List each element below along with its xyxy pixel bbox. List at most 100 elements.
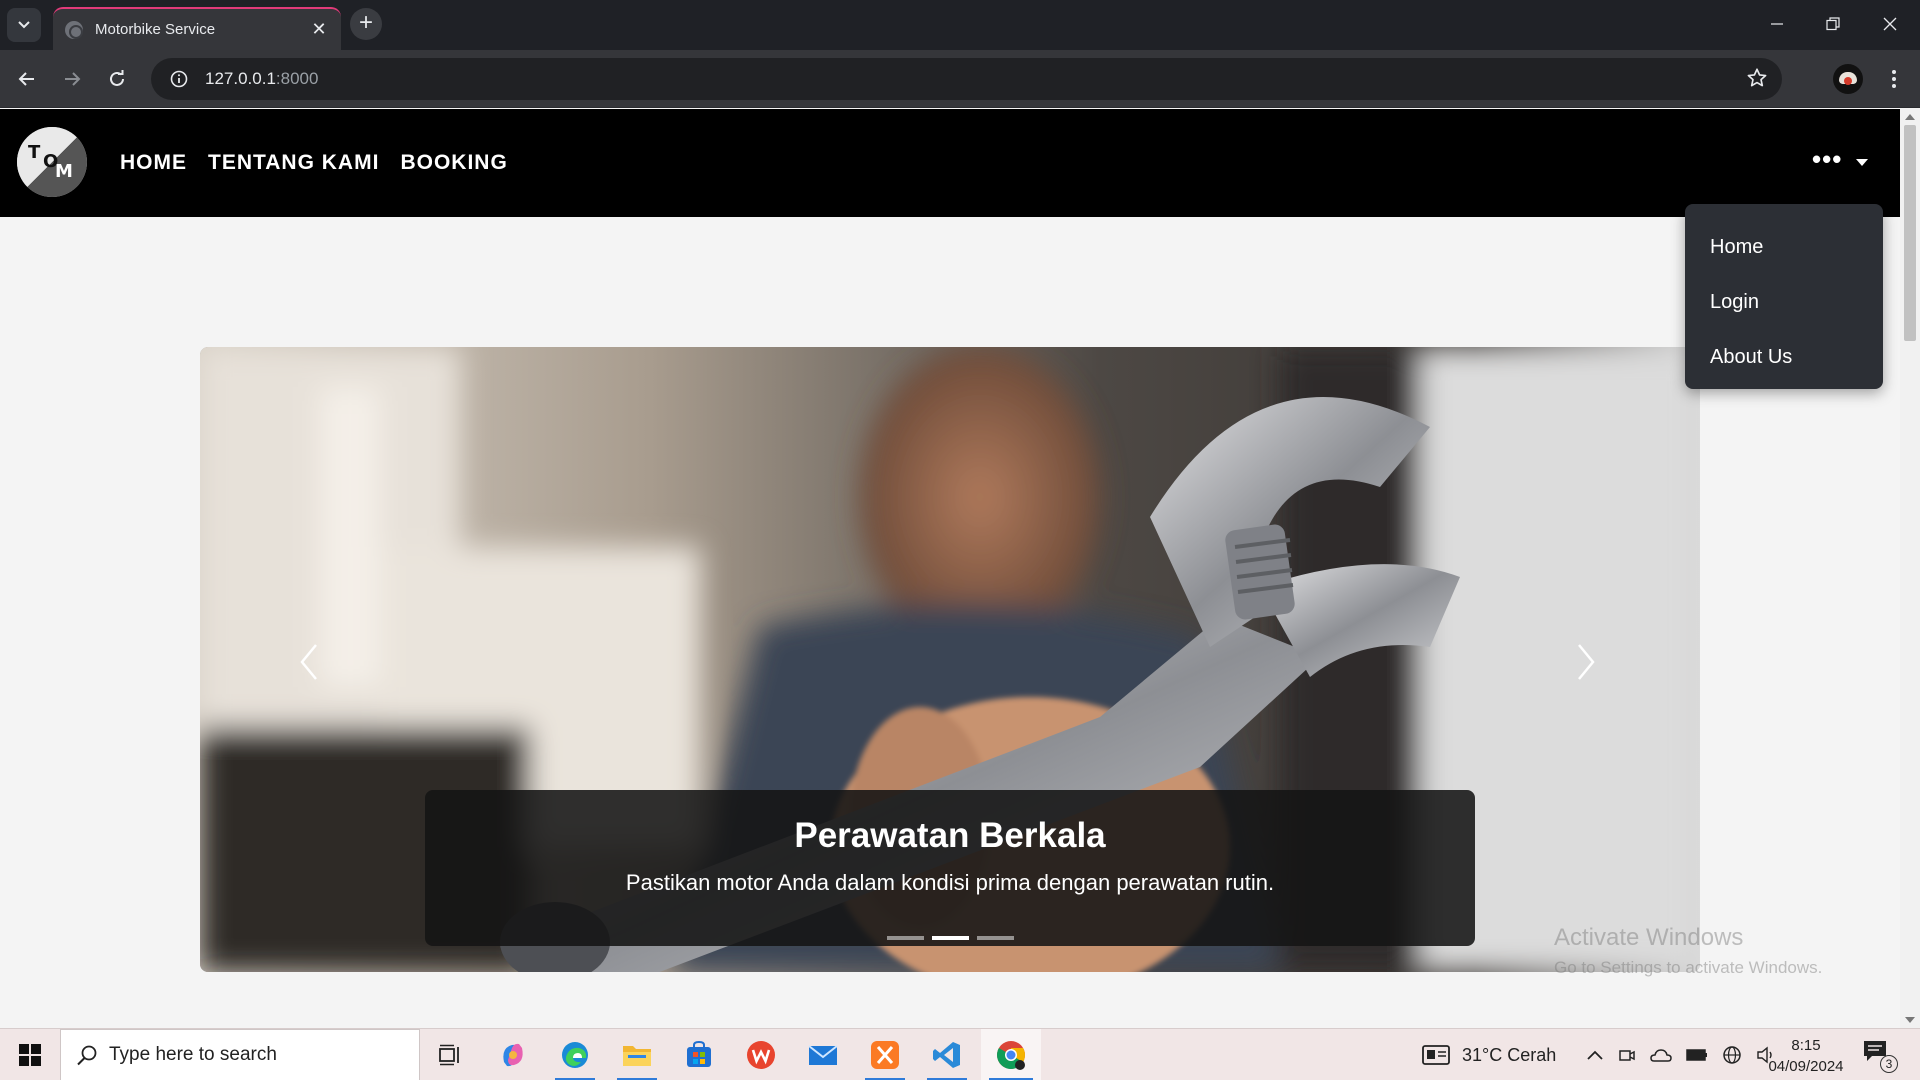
dropdown-item-about-us[interactable]: About Us: [1685, 330, 1883, 385]
taskbar-search-box[interactable]: Type here to search: [60, 1029, 420, 1080]
browser-toolbar: 127.0.0.1:8000: [0, 50, 1920, 108]
onedrive-icon[interactable]: [1650, 1046, 1672, 1064]
reload-icon: [110, 70, 124, 86]
reload-button[interactable]: [99, 61, 135, 97]
minimize-icon: [1771, 23, 1783, 25]
folder-icon: [623, 1046, 651, 1066]
start-button[interactable]: [0, 1029, 60, 1080]
back-button[interactable]: [9, 61, 45, 97]
taskbar-wps-office[interactable]: [733, 1029, 789, 1080]
clock-date: 04/09/2024: [1768, 1058, 1844, 1075]
taskbar-edge[interactable]: [547, 1029, 603, 1080]
globe-icon: [65, 20, 83, 39]
xampp-icon: [871, 1041, 899, 1069]
scroll-thumb[interactable]: [1904, 125, 1916, 341]
search-placeholder: Type here to search: [109, 1044, 277, 1065]
taskbar-vscode[interactable]: [919, 1029, 975, 1080]
restore-button[interactable]: [1805, 0, 1861, 48]
close-window-button[interactable]: [1862, 0, 1918, 48]
scroll-up-arrow-icon[interactable]: [1905, 114, 1915, 120]
task-view-icon: [439, 1044, 459, 1066]
caret-down-icon: [1856, 158, 1869, 166]
dropdown-item-login[interactable]: Login: [1685, 275, 1883, 330]
url-text: 127.0.0.1:8000: [205, 69, 318, 89]
page-viewport: T O M HOME TENTANG KAMI BOOKING ••• Pera…: [0, 109, 1900, 1028]
carousel-next-button[interactable]: [1565, 637, 1605, 687]
watermark-title: Activate Windows: [1554, 924, 1744, 951]
wps-office-icon: [747, 1041, 775, 1069]
arrow-right-icon: [65, 72, 81, 86]
notification-center-button[interactable]: 3: [1862, 1039, 1898, 1073]
carousel-indicator[interactable]: [976, 936, 1014, 940]
weather-text: 31°C Cerah: [1462, 1044, 1557, 1065]
watermark-subtitle: Go to Settings to activate Windows.: [1554, 958, 1823, 977]
browser-menu-button[interactable]: [1880, 64, 1908, 94]
browser-tab-strip: Motorbike Service ✕ +: [0, 0, 1920, 50]
system-tray: [1586, 1029, 1776, 1080]
weather-widget[interactable]: 31°C Cerah: [1422, 1029, 1556, 1080]
chevron-right-icon: [1578, 644, 1595, 680]
restore-icon: [1826, 17, 1840, 31]
taskbar-clock[interactable]: 8:15 04/09/2024: [1764, 1035, 1848, 1077]
dropdown-item-home[interactable]: Home: [1685, 220, 1883, 275]
taskbar-copilot[interactable]: [485, 1029, 541, 1080]
more-menu-toggle[interactable]: •••: [1812, 144, 1869, 174]
chrome-icon: [997, 1041, 1025, 1070]
taskbar-xampp[interactable]: [857, 1029, 913, 1080]
logo-letter: T: [28, 142, 41, 163]
clock-time: 8:15: [1791, 1037, 1821, 1054]
carousel-indicator[interactable]: [886, 936, 924, 940]
carousel-prev-button[interactable]: [290, 637, 330, 687]
taskbar-chrome[interactable]: [981, 1029, 1041, 1080]
minimize-button[interactable]: [1749, 0, 1805, 48]
taskbar-mail[interactable]: [795, 1029, 851, 1080]
battery-icon[interactable]: [1686, 1048, 1708, 1062]
address-bar[interactable]: 127.0.0.1:8000: [151, 58, 1782, 100]
chevron-up-icon[interactable]: [1586, 1049, 1604, 1061]
chevron-down-icon: [18, 21, 30, 29]
forward-button[interactable]: [54, 61, 90, 97]
carousel-indicators: [425, 936, 1475, 940]
meet-now-icon[interactable]: [1618, 1046, 1636, 1064]
taskbar-file-explorer[interactable]: [609, 1029, 665, 1080]
nav-link-booking[interactable]: BOOKING: [400, 151, 507, 175]
vscode-icon: [933, 1042, 960, 1068]
tab-search-button[interactable]: [7, 8, 41, 42]
more-dropdown-menu: Home Login About Us: [1685, 204, 1883, 389]
browser-tab[interactable]: Motorbike Service ✕: [53, 7, 341, 50]
caption-title: Perawatan Berkala: [794, 816, 1106, 855]
tab-title: Motorbike Service: [95, 21, 216, 38]
bookmark-star-icon[interactable]: [1746, 67, 1768, 94]
task-view-button[interactable]: [422, 1029, 478, 1080]
more-dots-icon: •••: [1812, 144, 1843, 174]
site-logo[interactable]: T O M: [17, 127, 87, 197]
notification-count-badge: 3: [1880, 1055, 1898, 1073]
chevron-left-icon: [300, 644, 317, 680]
windows-logo-icon: [19, 1044, 41, 1066]
mail-icon: [808, 1045, 838, 1065]
search-icon: [77, 1045, 97, 1066]
store-icon: [687, 1041, 711, 1067]
new-tab-button[interactable]: +: [350, 8, 382, 40]
page-scrollbar[interactable]: [1900, 109, 1920, 1028]
scroll-down-arrow-icon[interactable]: [1905, 1017, 1915, 1023]
weather-icon: [1422, 1045, 1450, 1065]
arrow-left-icon: [18, 72, 34, 86]
nav-link-home[interactable]: HOME: [120, 151, 187, 175]
taskbar-store[interactable]: [671, 1029, 727, 1080]
profile-avatar[interactable]: [1833, 64, 1863, 94]
logo-letter: M: [55, 161, 73, 182]
kebab-menu-icon: [1892, 70, 1896, 88]
caption-text: Pastikan motor Anda dalam kondisi prima …: [625, 870, 1275, 895]
nav-link-tentang-kami[interactable]: TENTANG KAMI: [208, 151, 379, 175]
windows-taskbar: Type here to search 31°C Cerah 8:15 04/0…: [0, 1028, 1920, 1080]
url-port: :8000: [275, 69, 319, 88]
site-info-icon[interactable]: [159, 70, 199, 88]
edge-icon: [562, 1042, 588, 1068]
hero-carousel: Perawatan Berkala Pastikan motor Anda da…: [200, 347, 1700, 972]
carousel-indicator-active[interactable]: [931, 936, 969, 940]
close-tab-icon[interactable]: ✕: [309, 19, 329, 40]
network-globe-icon[interactable]: [1722, 1045, 1742, 1065]
url-host: 127.0.0.1: [205, 69, 276, 88]
carousel-caption: Perawatan Berkala Pastikan motor Anda da…: [425, 790, 1475, 946]
